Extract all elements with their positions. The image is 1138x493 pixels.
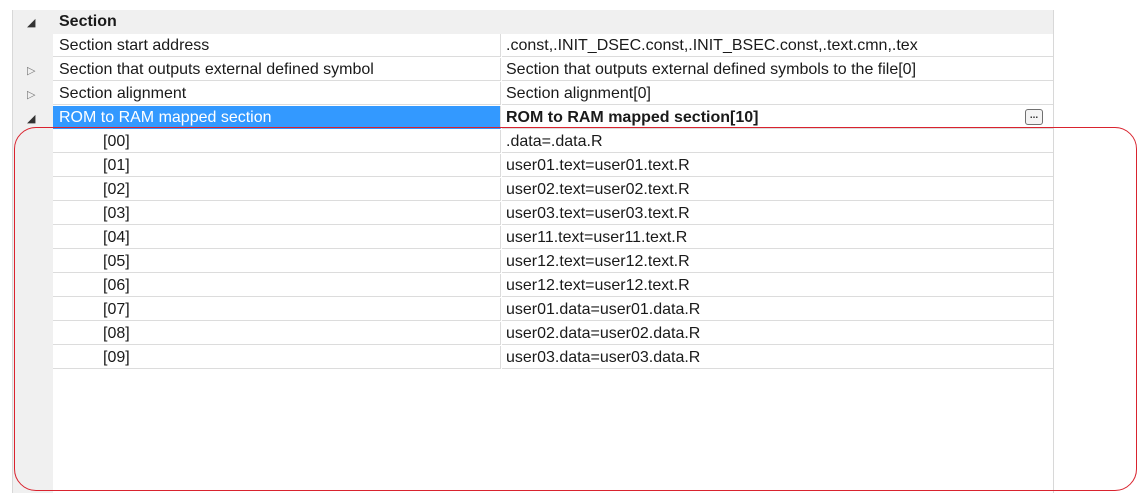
child-row[interactable]: [07] user01.data=user01.data.R	[13, 298, 1053, 322]
child-row[interactable]: [04] user11.text=user11.text.R	[13, 226, 1053, 250]
child-index: [06]	[53, 274, 501, 297]
ellipsis-button[interactable]: ...	[1025, 109, 1043, 125]
category-title: Section	[59, 13, 117, 30]
category-section[interactable]: ◢ Section	[13, 10, 1053, 34]
child-row[interactable]: [05] user12.text=user12.text.R	[13, 250, 1053, 274]
property-row-start-address[interactable]: Section start address .const,.INIT_DSEC.…	[13, 34, 1053, 58]
row-gutter	[13, 322, 53, 346]
child-index: [09]	[53, 346, 501, 369]
child-value[interactable]: user01.text=user01.text.R	[502, 154, 1053, 177]
child-value[interactable]: user11.text=user11.text.R	[502, 226, 1053, 249]
child-row[interactable]: [03] user03.text=user03.text.R	[13, 202, 1053, 226]
child-row[interactable]: [09] user03.data=user03.data.R	[13, 346, 1053, 370]
property-row-alignment[interactable]: ▷ Section alignment Section alignment[0]	[13, 82, 1053, 106]
child-value[interactable]: .data=.data.R	[502, 130, 1053, 153]
child-value[interactable]: user02.data=user02.data.R	[502, 322, 1053, 345]
child-value[interactable]: user12.text=user12.text.R	[502, 274, 1053, 297]
property-value[interactable]: Section alignment[0]	[502, 82, 1053, 105]
child-index: [00]	[53, 130, 501, 153]
collapse-triangle-icon[interactable]: ◢	[27, 16, 35, 29]
child-row[interactable]: [02] user02.text=user02.text.R	[13, 178, 1053, 202]
row-gutter	[13, 250, 53, 274]
child-row[interactable]: [06] user12.text=user12.text.R	[13, 274, 1053, 298]
child-index: [08]	[53, 322, 501, 345]
child-index: [02]	[53, 178, 501, 201]
row-gutter	[13, 130, 53, 154]
property-value[interactable]: .const,.INIT_DSEC.const,.INIT_BSEC.const…	[502, 34, 1053, 57]
property-value-text: ROM to RAM mapped section[10]	[506, 109, 759, 126]
child-index: [01]	[53, 154, 501, 177]
child-index: [03]	[53, 202, 501, 225]
property-label: Section that outputs external defined sy…	[53, 58, 501, 81]
row-gutter	[13, 226, 53, 250]
child-index: [05]	[53, 250, 501, 273]
expand-triangle-icon[interactable]: ▷	[27, 88, 35, 101]
row-gutter	[13, 346, 53, 370]
child-value[interactable]: user03.text=user03.text.R	[502, 202, 1053, 225]
child-value[interactable]: user01.data=user01.data.R	[502, 298, 1053, 321]
child-row[interactable]: [00] .data=.data.R	[13, 130, 1053, 154]
child-value[interactable]: user12.text=user12.text.R	[502, 250, 1053, 273]
property-value[interactable]: ROM to RAM mapped section[10] ...	[502, 106, 1053, 129]
property-label: ROM to RAM mapped section	[53, 106, 501, 129]
child-index: [07]	[53, 298, 501, 321]
property-grid: ◢ Section Section start address .const,.…	[12, 10, 1054, 493]
child-value[interactable]: user03.data=user03.data.R	[502, 346, 1053, 369]
gutter-filler	[13, 370, 53, 493]
row-gutter	[13, 274, 53, 298]
row-gutter: ▷	[13, 82, 53, 106]
child-value[interactable]: user02.text=user02.text.R	[502, 178, 1053, 201]
row-gutter: ▷	[13, 58, 53, 82]
row-gutter	[13, 298, 53, 322]
property-value[interactable]: Section that outputs external defined sy…	[502, 58, 1053, 81]
row-gutter	[13, 34, 53, 58]
collapse-triangle-icon[interactable]: ◢	[27, 112, 35, 125]
child-index: [04]	[53, 226, 501, 249]
expand-triangle-icon[interactable]: ▷	[27, 64, 35, 77]
row-gutter	[13, 202, 53, 226]
child-row[interactable]: [08] user02.data=user02.data.R	[13, 322, 1053, 346]
property-row-rom-to-ram[interactable]: ◢ ROM to RAM mapped section ROM to RAM m…	[13, 106, 1053, 130]
row-gutter: ◢	[13, 106, 53, 130]
property-label: Section start address	[53, 34, 501, 57]
child-row[interactable]: [01] user01.text=user01.text.R	[13, 154, 1053, 178]
category-gutter: ◢	[13, 10, 53, 34]
property-row-external-symbol[interactable]: ▷ Section that outputs external defined …	[13, 58, 1053, 82]
row-gutter	[13, 178, 53, 202]
property-label: Section alignment	[53, 82, 501, 105]
row-gutter	[13, 154, 53, 178]
